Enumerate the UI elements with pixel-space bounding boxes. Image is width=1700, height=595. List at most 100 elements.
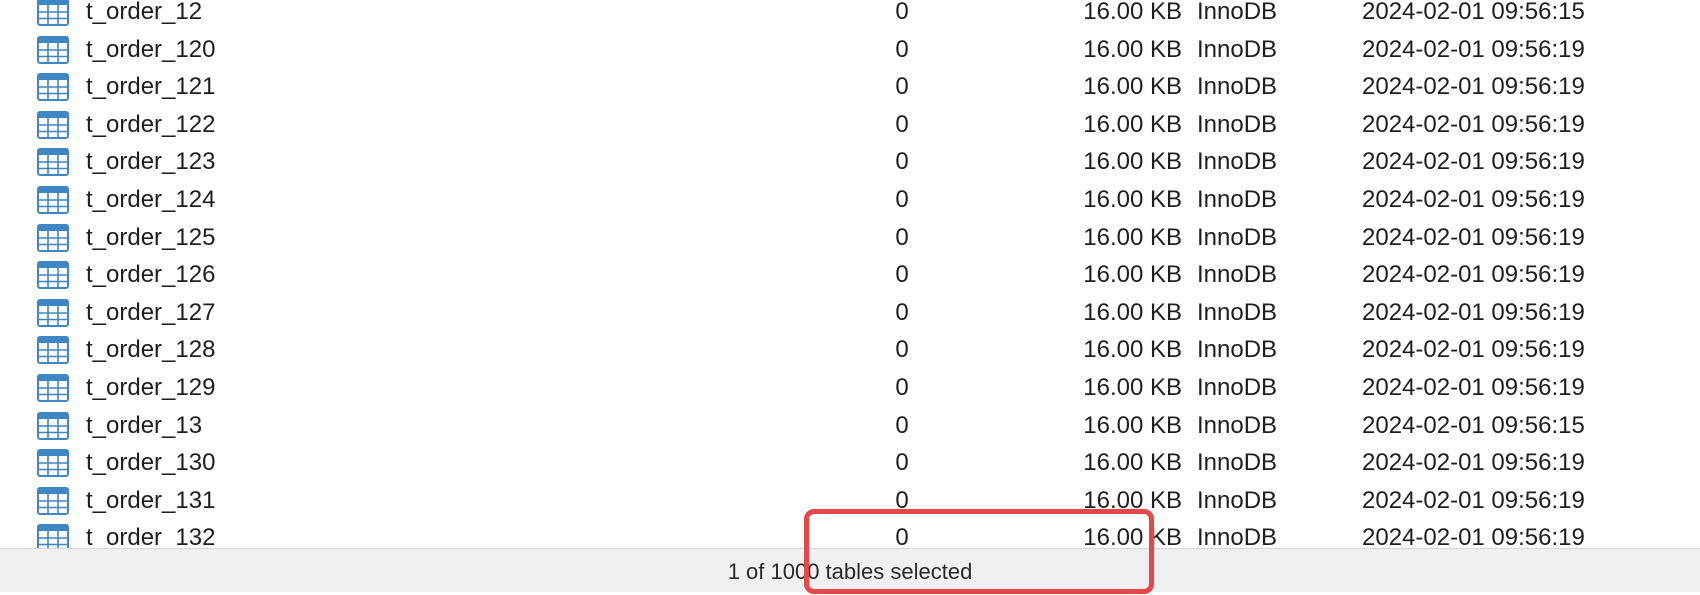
- engine: InnoDB: [1197, 298, 1278, 326]
- selection-status: 1 of 1000 tables selected: [727, 559, 973, 584]
- table-grid-icon: [37, 223, 69, 252]
- table-row[interactable]: t_order_125 0 16.00 KB InnoDB 2024-02-01 09:…: [0, 219, 1700, 257]
- table-row[interactable]: t_order_13 0 16.00 KB InnoDB 2024-02-01 09:5…: [0, 407, 1700, 445]
- table-row[interactable]: t_order_12 0 16.00 KB InnoDB 2024-02-01 09:5…: [0, 0, 1700, 31]
- data-size: 16.00 KB: [1083, 524, 1182, 548]
- data-size: 16.00 KB: [1083, 261, 1182, 289]
- engine: InnoDB: [1197, 524, 1278, 548]
- created-time: 2024-02-01 09:56:19: [1362, 336, 1585, 364]
- table-grid-icon: [37, 373, 69, 402]
- created-time: 2024-02-01 09:56:19: [1362, 298, 1585, 326]
- data-size: 16.00 KB: [1083, 110, 1182, 138]
- table-name: t_order_129: [86, 373, 216, 401]
- data-size: 16.00 KB: [1083, 185, 1182, 213]
- created-time: 2024-02-01 09:56:19: [1362, 524, 1585, 548]
- table-row[interactable]: t_order_124 0 16.00 KB InnoDB 2024-02-01 09:…: [0, 181, 1700, 219]
- engine: InnoDB: [1197, 449, 1278, 477]
- engine: InnoDB: [1197, 411, 1278, 439]
- engine: InnoDB: [1197, 373, 1278, 401]
- table-row[interactable]: t_order_123 0 16.00 KB InnoDB 2024-02-01 09:…: [0, 143, 1700, 181]
- created-time: 2024-02-01 09:56:19: [1362, 261, 1585, 289]
- row-count: 0: [895, 486, 909, 514]
- table-name: t_order_131: [86, 486, 216, 514]
- row-count: 0: [895, 298, 909, 326]
- row-count: 0: [895, 261, 909, 289]
- table-name: t_order_127: [86, 298, 216, 326]
- table-grid-icon: [37, 73, 69, 102]
- data-size: 16.00 KB: [1083, 0, 1182, 25]
- table-row[interactable]: t_order_120 0 16.00 KB InnoDB 2024-02-01 09:…: [0, 31, 1700, 69]
- row-count: 0: [895, 35, 909, 63]
- created-time: 2024-02-01 09:56:19: [1362, 486, 1585, 514]
- engine: InnoDB: [1197, 336, 1278, 364]
- row-count: 0: [895, 73, 909, 101]
- table-name: t_order_126: [86, 261, 216, 289]
- table-row[interactable]: t_order_129 0 16.00 KB InnoDB 2024-02-01 09:…: [0, 369, 1700, 407]
- engine: InnoDB: [1197, 486, 1278, 514]
- created-time: 2024-02-01 09:56:19: [1362, 449, 1585, 477]
- table-rows: t_order_12 0 16.00 KB InnoDB 2024-02-01 09:5…: [0, 0, 1700, 548]
- created-time: 2024-02-01 09:56:19: [1362, 35, 1585, 63]
- table-name: t_order_130: [86, 449, 216, 477]
- table-name: t_order_13: [86, 411, 203, 439]
- table-grid-icon: [37, 449, 69, 478]
- engine: InnoDB: [1197, 0, 1278, 25]
- table-grid-icon: [37, 411, 69, 440]
- table-grid-icon: [37, 486, 69, 515]
- table-row[interactable]: t_order_132 0 16.00 KB InnoDB 2024-02-01 09:…: [0, 519, 1700, 548]
- table-name: t_order_132: [86, 524, 216, 548]
- created-time: 2024-02-01 09:56:15: [1362, 0, 1585, 25]
- row-count: 0: [895, 336, 909, 364]
- row-count: 0: [895, 185, 909, 213]
- created-time: 2024-02-01 09:56:19: [1362, 73, 1585, 101]
- engine: InnoDB: [1197, 73, 1278, 101]
- engine: InnoDB: [1197, 223, 1278, 251]
- table-grid-icon: [37, 261, 69, 290]
- table-name: t_order_128: [86, 336, 216, 364]
- table-grid-icon: [37, 110, 69, 139]
- data-size: 16.00 KB: [1083, 223, 1182, 251]
- table-row[interactable]: t_order_126 0 16.00 KB InnoDB 2024-02-01 09:…: [0, 256, 1700, 294]
- data-size: 16.00 KB: [1083, 373, 1182, 401]
- engine: InnoDB: [1197, 148, 1278, 176]
- table-grid-icon: [37, 148, 69, 177]
- table-grid-icon: [37, 336, 69, 365]
- row-count: 0: [895, 411, 909, 439]
- table-name: t_order_123: [86, 148, 216, 176]
- data-size: 16.00 KB: [1083, 298, 1182, 326]
- row-count: 0: [895, 223, 909, 251]
- table-name: t_order_121: [86, 73, 216, 101]
- data-size: 16.00 KB: [1083, 449, 1182, 477]
- table-row[interactable]: t_order_121 0 16.00 KB InnoDB 2024-02-01 09:…: [0, 68, 1700, 106]
- data-size: 16.00 KB: [1083, 35, 1182, 63]
- engine: InnoDB: [1197, 261, 1278, 289]
- row-count: 0: [895, 373, 909, 401]
- created-time: 2024-02-01 09:56:19: [1362, 110, 1585, 138]
- data-size: 16.00 KB: [1083, 336, 1182, 364]
- table-row[interactable]: t_order_122 0 16.00 KB InnoDB 2024-02-01 09:…: [0, 106, 1700, 144]
- row-count: 0: [895, 524, 909, 548]
- table-name: t_order_125: [86, 223, 216, 251]
- table-grid-icon: [37, 185, 69, 214]
- row-count: 0: [895, 110, 909, 138]
- created-time: 2024-02-01 09:56:19: [1362, 223, 1585, 251]
- row-count: 0: [895, 449, 909, 477]
- table-name: t_order_12: [86, 0, 203, 25]
- table-row[interactable]: t_order_130 0 16.00 KB InnoDB 2024-02-01 09:…: [0, 444, 1700, 482]
- table-row[interactable]: t_order_128 0 16.00 KB InnoDB 2024-02-01 09:…: [0, 331, 1700, 369]
- engine: InnoDB: [1197, 110, 1278, 138]
- table-row[interactable]: t_order_131 0 16.00 KB InnoDB 2024-02-01 09:…: [0, 482, 1700, 520]
- table-list: t_order_12 0 16.00 KB InnoDB 2024-02-01 09:5…: [0, 0, 1700, 548]
- table-row[interactable]: t_order_127 0 16.00 KB InnoDB 2024-02-01 09:…: [0, 294, 1700, 332]
- created-time: 2024-02-01 09:56:19: [1362, 148, 1585, 176]
- table-name: t_order_120: [86, 35, 216, 63]
- data-size: 16.00 KB: [1083, 486, 1182, 514]
- created-time: 2024-02-01 09:56:19: [1362, 185, 1585, 213]
- row-count: 0: [895, 148, 909, 176]
- engine: InnoDB: [1197, 185, 1278, 213]
- table-grid-icon: [37, 0, 69, 26]
- data-size: 16.00 KB: [1083, 148, 1182, 176]
- table-grid-icon: [37, 524, 69, 548]
- data-size: 16.00 KB: [1083, 411, 1182, 439]
- engine: InnoDB: [1197, 35, 1278, 63]
